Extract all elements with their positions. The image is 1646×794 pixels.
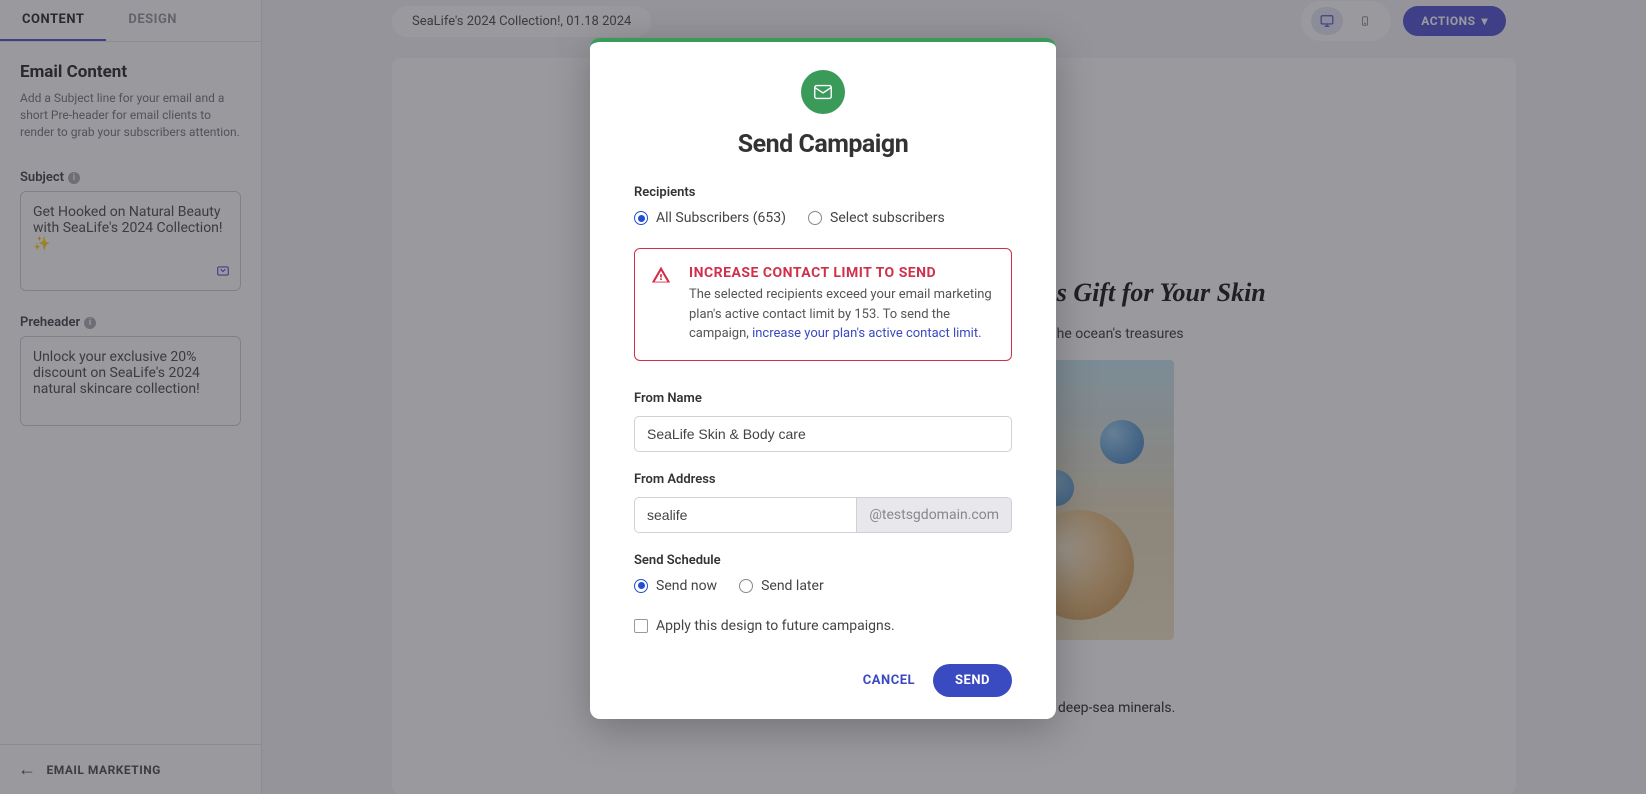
radio-send-later[interactable]: Send later [739,578,824,594]
radio-send-now[interactable]: Send now [634,578,717,594]
from-address-input[interactable] [634,497,857,533]
radio-icon [634,211,648,225]
increase-limit-link[interactable]: increase your plan's active contact limi… [752,326,981,341]
send-button[interactable]: SEND [933,664,1012,697]
radio-now-label: Send now [656,578,717,594]
from-address-label: From Address [634,472,1012,487]
warning-box: INCREASE CONTACT LIMIT TO SEND The selec… [634,248,1012,361]
radio-all-subscribers[interactable]: All Subscribers (653) [634,210,786,226]
radio-icon [808,211,822,225]
radio-icon [739,579,753,593]
warning-title: INCREASE CONTACT LIMIT TO SEND [689,265,993,281]
send-campaign-modal: Send Campaign Recipients All Subscribers… [590,38,1056,719]
from-address-suffix: @testsgdomain.com [857,497,1012,533]
apply-design-checkbox[interactable]: Apply this design to future campaigns. [634,618,1012,634]
schedule-label: Send Schedule [634,553,1012,568]
envelope-icon [801,70,845,114]
warning-icon [651,265,671,290]
radio-select-label: Select subscribers [830,210,945,226]
apply-design-label: Apply this design to future campaigns. [656,618,895,634]
from-name-input[interactable] [634,416,1012,452]
modal-overlay[interactable]: Send Campaign Recipients All Subscribers… [0,0,1646,794]
radio-all-label: All Subscribers (653) [656,210,786,226]
modal-title: Send Campaign [634,130,1012,159]
recipients-label: Recipients [634,185,1012,200]
radio-later-label: Send later [761,578,824,594]
radio-select-subscribers[interactable]: Select subscribers [808,210,945,226]
cancel-button[interactable]: CANCEL [863,673,915,688]
from-name-label: From Name [634,391,1012,406]
checkbox-icon [634,619,648,633]
radio-icon [634,579,648,593]
warning-text: The selected recipients exceed your emai… [689,285,993,344]
